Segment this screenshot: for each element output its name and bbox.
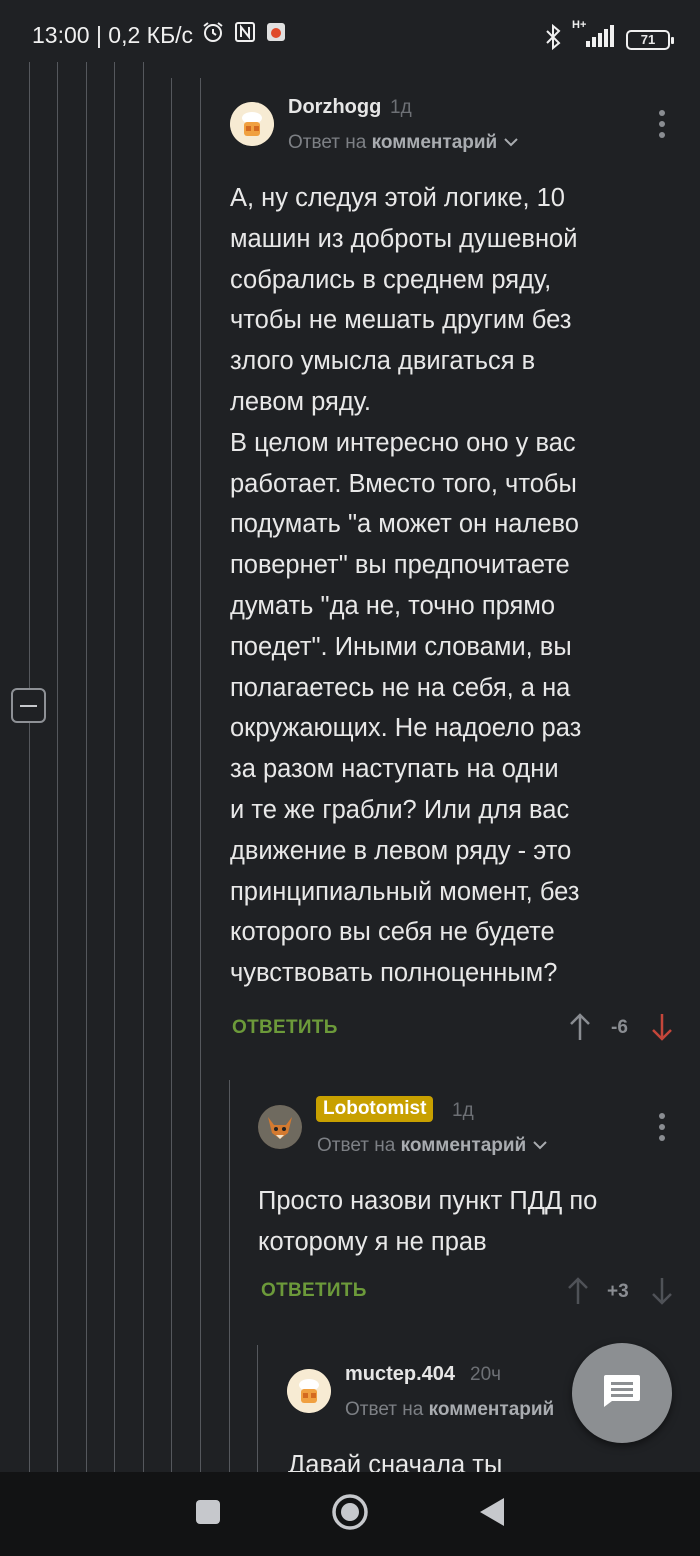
thread-line (200, 78, 201, 1472)
more-icon[interactable] (659, 1113, 665, 1141)
signal-icon: H+ (572, 19, 616, 54)
username[interactable]: muctep.404 (345, 1363, 455, 1386)
reply-prefix: Ответ на (345, 1399, 424, 1420)
chevron-down-icon[interactable] (503, 132, 519, 153)
bluetooth-icon (544, 23, 562, 55)
reply-link[interactable]: комментарий (429, 1399, 555, 1420)
thread-line (86, 62, 87, 1472)
reply-prefix: Ответ на (317, 1135, 396, 1156)
comment-icon (602, 1373, 642, 1414)
reply-button[interactable]: ОТВЕТИТЬ (261, 1280, 367, 1302)
downvote-arrow-icon[interactable] (650, 1012, 674, 1047)
reply-link[interactable]: комментарий (372, 132, 498, 153)
reply-to[interactable]: Ответ на комментарий (288, 132, 519, 154)
comment-time: 1д (452, 1100, 474, 1121)
username[interactable]: Dorzhogg (288, 96, 381, 119)
status-bar: 13:00 | 0,2 КБ/с H+ 71 (0, 0, 700, 70)
thread-line (229, 1080, 230, 1472)
nav-circle-icon[interactable] (331, 1493, 369, 1536)
comment-time: 20ч (470, 1364, 502, 1385)
thread-line (257, 1345, 258, 1472)
reply-link[interactable]: комментарий (401, 1135, 527, 1156)
nav-back-icon[interactable] (478, 1496, 506, 1533)
more-icon[interactable] (659, 110, 665, 138)
thread-line (143, 62, 144, 1472)
comment-time: 1д (390, 97, 412, 118)
thread-line (29, 62, 30, 1472)
nfc-icon (233, 20, 257, 50)
comment-button[interactable] (572, 1343, 672, 1443)
comment-body: Просто назови пункт ПДД по которому я не… (258, 1187, 598, 1256)
collapse-icon[interactable] (11, 688, 46, 723)
reply-to[interactable]: Ответ на комментарий (345, 1399, 554, 1421)
thread-line (57, 62, 58, 1472)
rating: +3 (607, 1281, 629, 1302)
alarm-icon (201, 20, 225, 50)
avatar[interactable] (258, 1105, 302, 1149)
avatar[interactable] (230, 102, 274, 146)
comment-body: А, ну следуя этой логике, 10 машин из до… (230, 184, 582, 988)
navigation-bar (0, 1472, 700, 1556)
upvote-arrow-icon[interactable] (566, 1276, 590, 1311)
network-type: H+ (572, 19, 587, 31)
chevron-down-icon[interactable] (532, 1135, 548, 1156)
reply-button[interactable]: ОТВЕТИТЬ (232, 1017, 338, 1039)
app-notification-icon (265, 21, 287, 49)
nav-square-icon[interactable] (194, 1498, 222, 1531)
reply-to[interactable]: Ответ на комментарий (317, 1135, 548, 1157)
status-time-speed: 13:00 | 0,2 КБ/с (32, 21, 194, 48)
rating: -6 (611, 1017, 628, 1038)
battery-icon: 71 (626, 29, 674, 50)
username[interactable]: Lobotomist (316, 1096, 434, 1122)
battery-level: 71 (640, 32, 656, 47)
thread-line (114, 62, 115, 1472)
reply-prefix: Ответ на (288, 132, 367, 153)
avatar[interactable] (287, 1369, 331, 1413)
downvote-arrow-icon[interactable] (650, 1276, 674, 1311)
thread-line (171, 78, 172, 1472)
upvote-arrow-icon[interactable] (568, 1012, 592, 1047)
